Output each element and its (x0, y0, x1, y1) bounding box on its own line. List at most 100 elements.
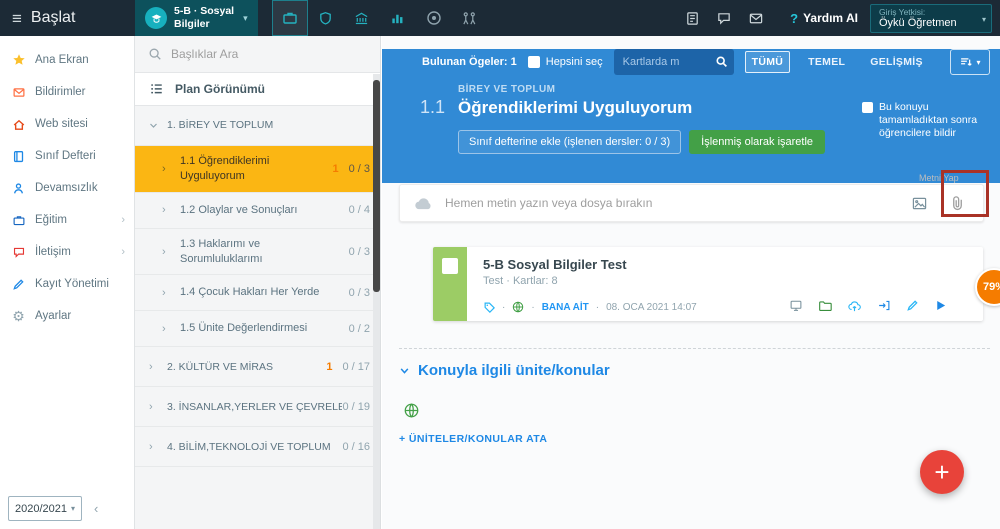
sidebar-footer: 2020/2021 ▾ ‹ (8, 496, 103, 521)
mark-done-button[interactable]: İşlenmiş olarak işaretle (689, 130, 826, 154)
sidebar-item-ayarlar[interactable]: ⚙ Ayarlar (0, 300, 134, 332)
edit-icon[interactable] (906, 299, 919, 312)
owner-badge: BANA AİT (541, 301, 589, 313)
document-icon[interactable] (676, 0, 708, 36)
tree-topic-1-3[interactable]: › 1.3 Haklarımı ve Sorumluluklarımı 0 / … (135, 229, 380, 276)
tree-unit-3[interactable]: › 3. İNSANLAR,YERLER VE ÇEVRELER 0 / 19 (135, 387, 380, 428)
assign-units-link[interactable]: + ÜNİTELER/KONULAR ATA (399, 433, 547, 445)
plan-tree: 1. BİREY VE TOPLUM › 1.1 Öğrendiklerimi … (135, 106, 380, 468)
chevron-right-icon: › (121, 214, 125, 226)
collapse-sidebar-button[interactable]: ‹ (89, 499, 103, 518)
related-units-heading[interactable]: Konuyla ilgili ünite/konular (399, 362, 610, 379)
sidebar: Ana Ekran Bildirimler Web sitesi Sınıf D… (0, 36, 135, 529)
notify-students-control[interactable]: Bu konuyu tamamladıktan sonra öğrenciler… (862, 101, 992, 140)
topic-number: 1.1 (420, 97, 446, 117)
notify-checkbox[interactable] (862, 102, 873, 113)
chevron-right-icon: › (149, 360, 153, 373)
present-icon[interactable] (789, 299, 803, 312)
filter-tab-advanced[interactable]: GELİŞMİŞ (863, 51, 930, 73)
hamburger-icon: ≡ (12, 8, 22, 28)
notebook-icon (11, 150, 26, 163)
search-icon (148, 47, 162, 61)
sidebar-nav: Ana Ekran Bildirimler Web sitesi Sınıf D… (0, 36, 134, 332)
sidebar-item-bildirimler[interactable]: Bildirimler (0, 76, 134, 108)
card-subtitle: Test · Kartlar: 8 (483, 275, 558, 287)
card-actions (789, 299, 947, 312)
content-composer[interactable]: Hemen metin yazın veya dosya bırakın (399, 184, 984, 222)
add-content-fab[interactable]: + (920, 450, 964, 494)
card-checkbox[interactable] (442, 258, 458, 274)
shield-icon[interactable] (308, 0, 344, 36)
tree-unit-4[interactable]: › 4. BİLİM,TEKNOLOJİ VE TOPLUM 0 / 16 (135, 427, 380, 468)
image-icon[interactable] (911, 196, 928, 211)
activities-icon[interactable] (452, 0, 488, 36)
card-date: 08. OCA 2021 14:07 (606, 301, 697, 313)
chart-icon[interactable] (380, 0, 416, 36)
search-icon[interactable] (715, 55, 728, 68)
tag-icon[interactable] (483, 301, 495, 313)
play-icon[interactable] (934, 299, 947, 312)
card-title: 5-B Sosyal Bilgiler Test (483, 257, 627, 272)
cloud-sync-icon[interactable] (847, 300, 862, 312)
card-meta: · · BANA AİT · 08. OCA 2021 14:07 (483, 301, 697, 313)
folder-icon[interactable] (818, 300, 832, 312)
start-label: Başlat (30, 9, 76, 26)
section-divider (399, 348, 990, 349)
chevron-right-icon: › (162, 322, 166, 335)
caret-down-icon: ▾ (976, 57, 981, 67)
role-selector[interactable]: Giriş Yetkisi: Öykü Öğretmen ▾ (870, 3, 992, 33)
chevron-right-icon: › (121, 246, 125, 258)
chat-icon (11, 246, 26, 259)
plan-view-toggle[interactable]: Plan Görünümü (135, 72, 380, 106)
sidebar-item-devamsizlik[interactable]: Devamsızlık (0, 172, 134, 204)
filter-tab-all[interactable]: TÜMÜ (744, 51, 791, 73)
scrollbar-thumb[interactable] (373, 80, 380, 292)
sign-in-icon[interactable] (877, 299, 891, 312)
chat-bubble-icon[interactable] (708, 0, 740, 36)
add-to-classbook-button[interactable]: Sınıf defterine ekle (işlenen dersler: 0… (458, 130, 682, 154)
filter-tab-basic[interactable]: TEMEL (801, 51, 852, 73)
gear-icon: ⚙ (12, 308, 25, 324)
tree-topic-1-2[interactable]: › 1.2 Olaylar ve Sonuçları 0 / 4 (135, 193, 380, 229)
list-view-icon (149, 82, 164, 96)
chevron-right-icon: › (162, 162, 166, 175)
sidebar-item-iletisim[interactable]: İletişim › (0, 236, 134, 268)
sidebar-item-kayit-yonetimi[interactable]: Kayıt Yönetimi (0, 268, 134, 300)
globe-icon[interactable] (512, 301, 524, 313)
cards-search (613, 49, 734, 75)
select-all-control[interactable]: Hepsini seç (527, 56, 603, 68)
help-button[interactable]: ? Yardım AI (790, 11, 858, 26)
tree-topic-1-4[interactable]: › 1.4 Çocuk Hakları Her Yerde 0 / 3 (135, 275, 380, 312)
composer-placeholder: Hemen metin yazın veya dosya bırakın (445, 196, 653, 210)
sidebar-item-egitim[interactable]: Eğitim › (0, 204, 134, 236)
cloud-upload-icon (414, 196, 433, 211)
topbar-right: ? Yardım AI Giriş Yetkisi: Öykü Öğretmen… (676, 0, 1000, 36)
select-all-checkbox[interactable] (527, 56, 540, 68)
class-selector-label: 5-B · Sosyal Bilgiler (174, 5, 235, 30)
mail-icon[interactable] (740, 0, 772, 36)
class-selector[interactable]: 5-B · Sosyal Bilgiler ▾ (135, 0, 258, 36)
caret-down-icon: ▾ (243, 12, 248, 23)
school-year-select[interactable]: 2020/2021 ▾ (8, 496, 82, 521)
plan-search-input[interactable] (171, 47, 331, 61)
briefcase-icon[interactable] (271, 0, 308, 36)
content-card[interactable]: 5-B Sosyal Bilgiler Test Test · Kartlar:… (433, 247, 983, 321)
logo-circle-icon[interactable] (416, 0, 452, 36)
card-type-strip (433, 247, 467, 321)
tree-unit-2[interactable]: › 2. KÜLTÜR VE MİRAS 1 0 / 17 (135, 347, 380, 388)
sidebar-item-sinif-defteri[interactable]: Sınıf Defteri (0, 140, 134, 172)
sidebar-item-ana-ekran[interactable]: Ana Ekran (0, 44, 134, 76)
chevron-down-icon (399, 366, 410, 376)
attachment-icon[interactable] (950, 195, 965, 212)
chevron-right-icon: › (149, 440, 153, 453)
start-menu-button[interactable]: ≡ Başlat (0, 9, 135, 27)
sidebar-item-web-sitesi[interactable]: Web sitesi (0, 108, 134, 140)
tree-topic-1-1[interactable]: › 1.1 Öğrendiklerimi Uyguluyorum 1 0 / 3 (135, 146, 380, 193)
tree-topic-1-5[interactable]: › 1.5 Ünite Değerlendirmesi 0 / 2 (135, 311, 380, 348)
institution-icon[interactable] (344, 0, 380, 36)
composer-actions (911, 195, 969, 212)
pen-icon (11, 278, 26, 291)
sort-button[interactable]: ▾ (950, 49, 990, 75)
caret-down-icon: ▾ (70, 504, 75, 513)
tree-unit-1[interactable]: 1. BİREY VE TOPLUM (135, 106, 380, 146)
